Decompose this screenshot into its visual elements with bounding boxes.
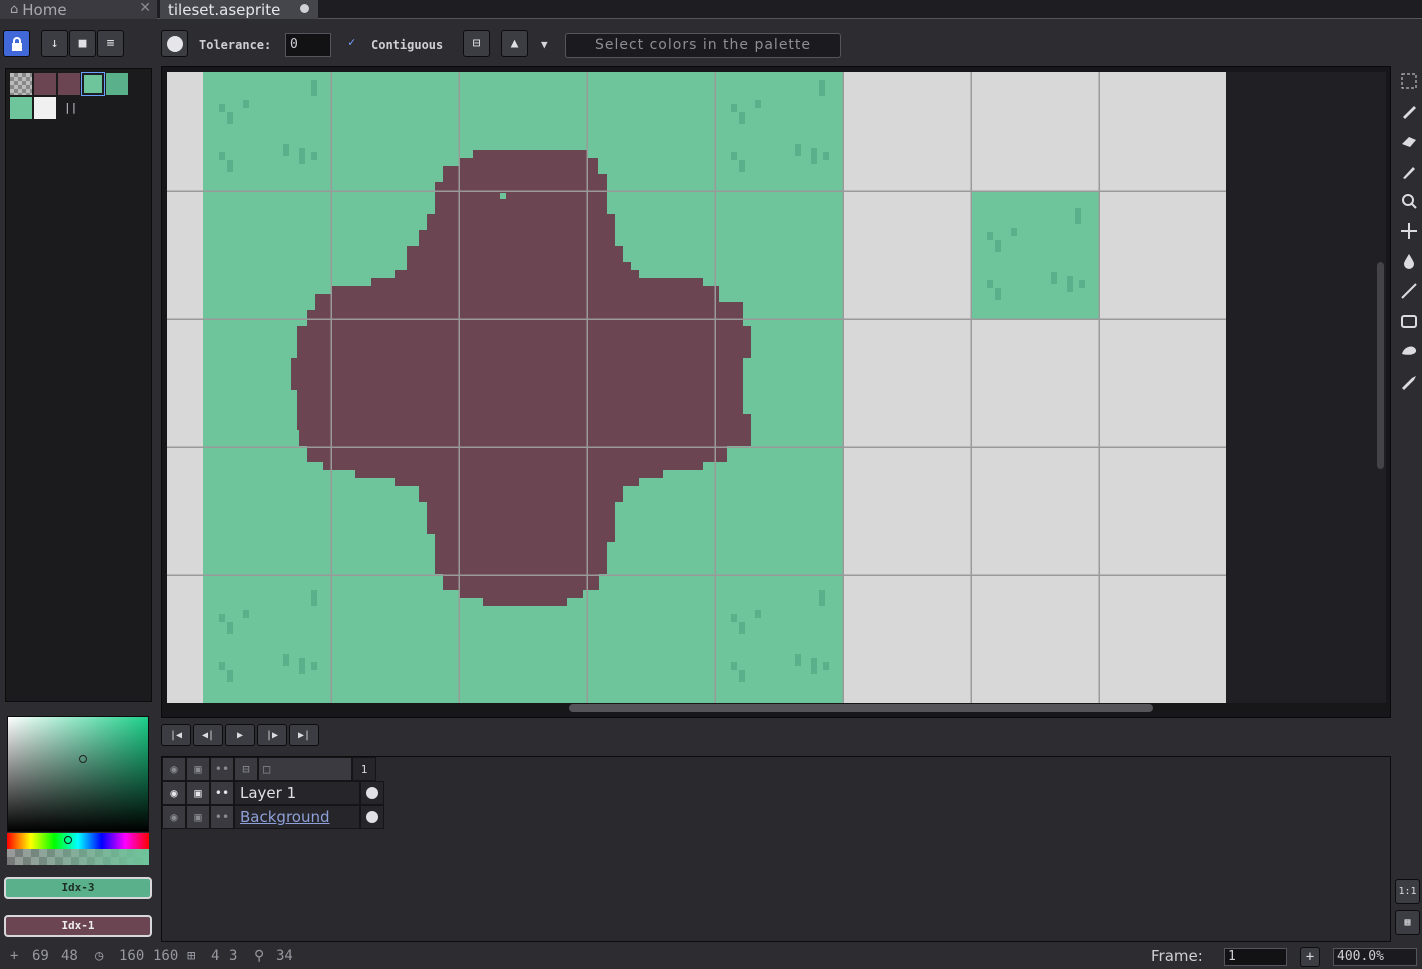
close-icon[interactable]: ✕ [139, 0, 151, 16]
line-icon[interactable] [1397, 278, 1421, 304]
tolerance-input[interactable]: 0 [285, 33, 331, 57]
magnifier-icon: ⚲ [254, 948, 265, 964]
timeline-header-row: ◉ ▣ •• ⊟ □ 1 [162, 757, 376, 781]
lock-header-icon[interactable]: ▣ [186, 757, 210, 781]
cursor-y: 48 [61, 948, 78, 964]
swatch-grass[interactable] [10, 97, 32, 119]
padlock-icon[interactable]: ▣ [186, 805, 210, 829]
unsaved-dot-icon[interactable] [300, 4, 309, 13]
layer-name[interactable]: Background [234, 805, 360, 829]
one-to-one-icon[interactable]: 1:1 [1395, 879, 1420, 904]
tab-tileset[interactable]: tileset.aseprite [160, 0, 318, 19]
filmstrip-icon[interactable]: ▦ [1395, 910, 1420, 935]
contour-icon[interactable] [1397, 338, 1421, 364]
marquee-icon[interactable] [1397, 68, 1421, 94]
palette-panel: || [5, 68, 152, 702]
download-icon[interactable]: ↓ [41, 30, 68, 57]
swatch-transparent[interactable] [10, 73, 32, 95]
first-frame-icon[interactable]: |◀ [161, 724, 191, 746]
palette-hint: Select colors in the palette [565, 33, 841, 58]
pencil-icon[interactable] [1397, 98, 1421, 124]
layer-row[interactable]: ◉ ▣ •• Layer 1 [162, 781, 384, 805]
contiguous-label: Contiguous [371, 38, 444, 52]
tab-home-label: Home [22, 0, 67, 19]
eraser-icon[interactable] [1397, 128, 1421, 154]
move-icon[interactable] [1397, 218, 1421, 244]
tolerance-label: Tolerance: [199, 38, 272, 52]
visibility-header-icon[interactable]: ◉ [162, 757, 186, 781]
swatch-grass-selected[interactable] [81, 72, 105, 96]
palette-resize-handle[interactable]: || [64, 101, 77, 114]
swatch-white[interactable] [34, 97, 56, 119]
frame-cel[interactable] [360, 781, 384, 805]
frame-label: Frame: [1151, 947, 1203, 965]
paint-bucket-icon[interactable] [1397, 248, 1421, 274]
alpha-slider[interactable] [7, 849, 149, 865]
stamp-icon[interactable]: ▲ [501, 30, 528, 57]
tab-tileset-label: tileset.aseprite [168, 0, 281, 19]
next-frame-icon[interactable]: |▶ [257, 724, 287, 746]
frame-input[interactable]: 1 [1224, 948, 1287, 966]
tab-home[interactable]: ⌂ Home ✕ [0, 0, 157, 19]
color-picker-field[interactable] [7, 716, 149, 832]
timeline-panel: ◉ ▣ •• ⊟ □ 1 ◉ ▣ •• Layer 1 ◉ ▣ •• Backg… [161, 756, 1391, 942]
grid-col: 4 [211, 948, 220, 964]
grid-icon: ⊞ [187, 948, 196, 964]
size-width: 160 [119, 948, 145, 964]
last-frame-icon[interactable]: ▶| [289, 724, 319, 746]
lock-icon[interactable] [3, 30, 30, 57]
tileset-canvas-svg[interactable] [167, 72, 1386, 703]
foreground-color-button[interactable]: Idx-3 [4, 877, 152, 899]
tilemap-header-icon[interactable]: ⊟ [234, 757, 258, 781]
blur-icon[interactable] [1397, 368, 1421, 394]
eye-icon[interactable]: ◉ [162, 805, 186, 829]
tab-bar: ⌂ Home ✕ tileset.aseprite [0, 0, 1422, 19]
swatch-dirt[interactable] [34, 73, 56, 95]
background-color-button[interactable]: Idx-1 [4, 915, 152, 937]
cursor-x: 69 [32, 948, 49, 964]
zoom-input[interactable]: 400.0% [1333, 948, 1417, 966]
horizontal-scrollbar[interactable] [569, 704, 1153, 712]
crosshair-icon: + [10, 948, 19, 964]
size-height: 160 [153, 948, 179, 964]
padlock-icon[interactable]: ▣ [186, 781, 210, 805]
home-icon: ⌂ [10, 2, 19, 17]
continuous-header-icon[interactable]: •• [210, 757, 234, 781]
play-icon[interactable]: ▶ [225, 724, 255, 746]
menu-icon[interactable]: ≡ [97, 30, 124, 57]
zoom-readout: 34 [276, 948, 293, 964]
hue-slider[interactable] [7, 833, 149, 849]
continuous-icon[interactable]: •• [210, 781, 234, 805]
brush-shape-icon[interactable] [161, 30, 188, 57]
eyedropper-icon[interactable] [1397, 158, 1421, 184]
continuous-icon[interactable]: •• [210, 805, 234, 829]
chevron-down-icon[interactable]: ▼ [541, 38, 548, 51]
contiguous-checkbox[interactable]: ✓ [348, 35, 355, 49]
sprite-canvas[interactable] [167, 72, 1386, 703]
square-icon[interactable]: ■ [69, 30, 96, 57]
status-bar: + 69 48 ◷ 160 160 ⊞ 4 3 ⚲ 34 Frame: 1 + … [0, 944, 1422, 969]
cel-dot-icon [366, 811, 378, 823]
grid-row: 3 [229, 948, 238, 964]
previous-frame-icon[interactable]: ◀| [193, 724, 223, 746]
frame-header[interactable]: 1 [352, 757, 376, 781]
layer-row[interactable]: ◉ ▣ •• Background [162, 805, 384, 829]
add-frame-icon[interactable]: + [1300, 947, 1320, 967]
context-toolbar: ↓ ■ ≡ Tolerance: 0 ✓ Contiguous ⊟ ▲ ▼ Se… [0, 20, 1422, 68]
cel-dot-icon [366, 787, 378, 799]
swatch-dirt-2[interactable] [58, 73, 80, 95]
eye-icon[interactable]: ◉ [162, 781, 186, 805]
layer-type-header-icon[interactable]: □ [258, 757, 352, 781]
selection-size-icon: ◷ [95, 948, 104, 964]
hue-knob[interactable] [64, 836, 72, 844]
swatch-grass-dark[interactable] [106, 73, 128, 95]
zoom-icon[interactable] [1397, 188, 1421, 214]
pixel-connectivity-icon[interactable]: ⊟ [463, 30, 490, 57]
frame-cel[interactable] [360, 805, 384, 829]
vertical-scrollbar[interactable] [1377, 262, 1384, 469]
layer-name[interactable]: Layer 1 [234, 781, 360, 805]
sprite-editor[interactable] [161, 66, 1391, 718]
picker-knob[interactable] [79, 755, 87, 763]
rectangle-icon[interactable] [1397, 308, 1421, 334]
